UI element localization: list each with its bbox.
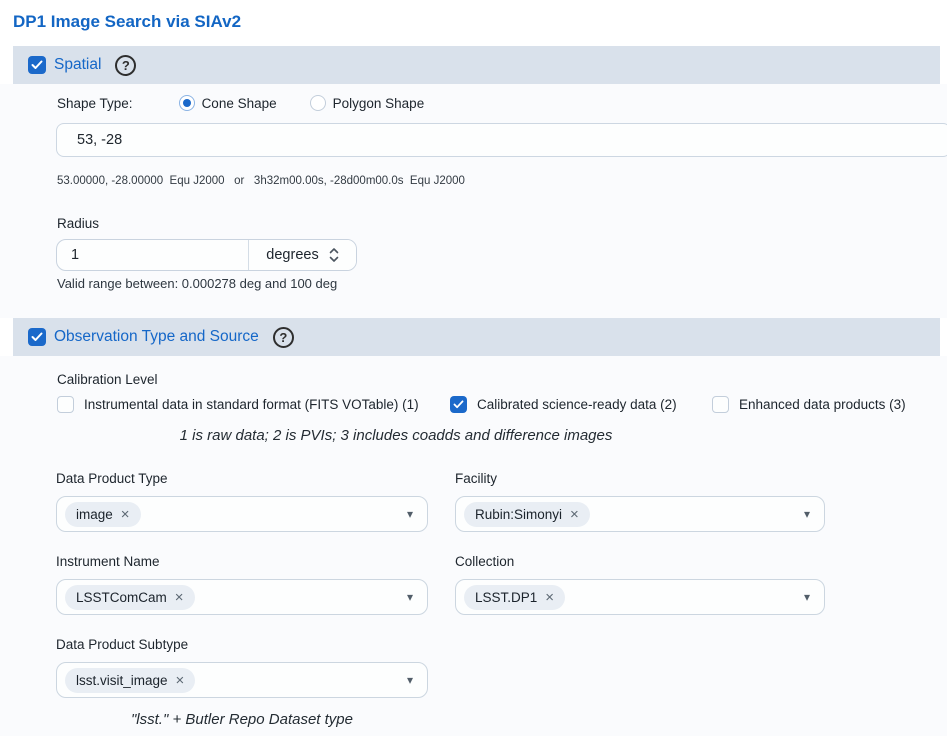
instrument-name-combobox[interactable]: LSSTComCam × ▾ — [56, 579, 428, 615]
spatial-section-body: Shape Type: Cone Shape Polygon Shape 53.… — [0, 84, 947, 318]
coordinates-hint: 53.00000, -28.00000 Equ J2000 or 3h32m00… — [57, 175, 947, 187]
radius-unit-select[interactable]: degrees — [248, 240, 356, 270]
chip-remove-icon[interactable]: × — [570, 507, 579, 522]
collection-combobox[interactable]: LSST.DP1 × ▾ — [455, 579, 825, 615]
fields-grid: Data Product Type image × ▾ Facility Rub… — [56, 471, 947, 698]
chip-collection: LSST.DP1 × — [464, 585, 565, 610]
field-collection: Collection LSST.DP1 × ▾ — [455, 554, 825, 615]
facility-combobox[interactable]: Rubin:Simonyi × ▾ — [455, 496, 825, 532]
radius-unit-value: degrees — [266, 247, 318, 263]
shape-type-row: Shape Type: Cone Shape Polygon Shape — [57, 93, 947, 113]
subtype-note: "lsst." + Butler Repo Dataset type — [56, 711, 428, 728]
observation-help-icon[interactable]: ? — [273, 327, 294, 348]
chip-instrument: LSSTComCam × — [65, 585, 195, 610]
checkbox-checked-icon — [450, 396, 467, 413]
dropdown-caret-icon: ▾ — [804, 507, 810, 521]
chip-facility: Rubin:Simonyi × — [464, 502, 590, 527]
unit-stepper-icon — [329, 247, 339, 263]
observation-section-header: Observation Type and Source ? — [13, 318, 940, 356]
data-product-type-combobox[interactable]: image × ▾ — [56, 496, 428, 532]
checkmark-icon — [453, 400, 464, 409]
dropdown-caret-icon: ▾ — [407, 590, 413, 604]
calibration-note: 1 is raw data; 2 is PVIs; 3 includes coa… — [56, 427, 736, 444]
calibration-options-row: Instrumental data in standard format (FI… — [57, 396, 947, 413]
observation-section-checkbox[interactable] — [28, 328, 46, 346]
dropdown-caret-icon: ▾ — [407, 673, 413, 687]
chip-image: image × — [65, 502, 141, 527]
chip-remove-icon[interactable]: × — [176, 673, 185, 688]
chip-remove-icon[interactable]: × — [121, 507, 130, 522]
page-title: DP1 Image Search via SIAv2 — [13, 12, 947, 32]
chip-remove-icon[interactable]: × — [545, 590, 554, 605]
field-data-product-type: Data Product Type image × ▾ — [56, 471, 428, 532]
spatial-help-icon[interactable]: ? — [115, 55, 136, 76]
radio-unselected-icon — [310, 95, 326, 111]
radio-selected-icon — [179, 95, 195, 111]
dropdown-caret-icon: ▾ — [407, 507, 413, 521]
radius-label: Radius — [57, 216, 947, 231]
spatial-section-checkbox[interactable] — [28, 56, 46, 74]
calibration-option-1[interactable]: Instrumental data in standard format (FI… — [57, 396, 450, 413]
calibration-option-2[interactable]: Calibrated science-ready data (2) — [450, 396, 712, 413]
chip-remove-icon[interactable]: × — [175, 590, 184, 605]
radio-polygon-shape[interactable]: Polygon Shape — [310, 95, 425, 111]
field-data-product-subtype: Data Product Subtype lsst.visit_image × … — [56, 637, 428, 698]
checkmark-icon — [31, 332, 43, 342]
observation-section-label: Observation Type and Source — [54, 328, 259, 346]
field-instrument-name: Instrument Name LSSTComCam × ▾ — [56, 554, 428, 615]
chip-subtype: lsst.visit_image × — [65, 668, 195, 693]
radius-widget: degrees — [56, 239, 357, 271]
dropdown-caret-icon: ▾ — [804, 590, 810, 604]
field-facility: Facility Rubin:Simonyi × ▾ — [455, 471, 825, 532]
radio-cone-shape[interactable]: Cone Shape — [179, 95, 277, 111]
data-product-subtype-combobox[interactable]: lsst.visit_image × ▾ — [56, 662, 428, 698]
grid-spacer — [455, 637, 825, 698]
spatial-section-label: Spatial — [54, 56, 101, 74]
radius-input[interactable] — [57, 240, 248, 270]
calibration-option-3[interactable]: Enhanced data products (3) — [712, 396, 906, 413]
coordinates-input[interactable] — [56, 123, 947, 157]
spatial-section-header: Spatial ? — [13, 46, 940, 84]
calibration-level-label: Calibration Level — [57, 372, 947, 387]
checkbox-unchecked-icon — [712, 396, 729, 413]
observation-section-body: Calibration Level Instrumental data in s… — [0, 356, 947, 736]
checkbox-unchecked-icon — [57, 396, 74, 413]
checkmark-icon — [31, 60, 43, 70]
shape-type-label: Shape Type: — [57, 96, 133, 111]
radius-range-hint: Valid range between: 0.000278 deg and 10… — [57, 276, 947, 291]
